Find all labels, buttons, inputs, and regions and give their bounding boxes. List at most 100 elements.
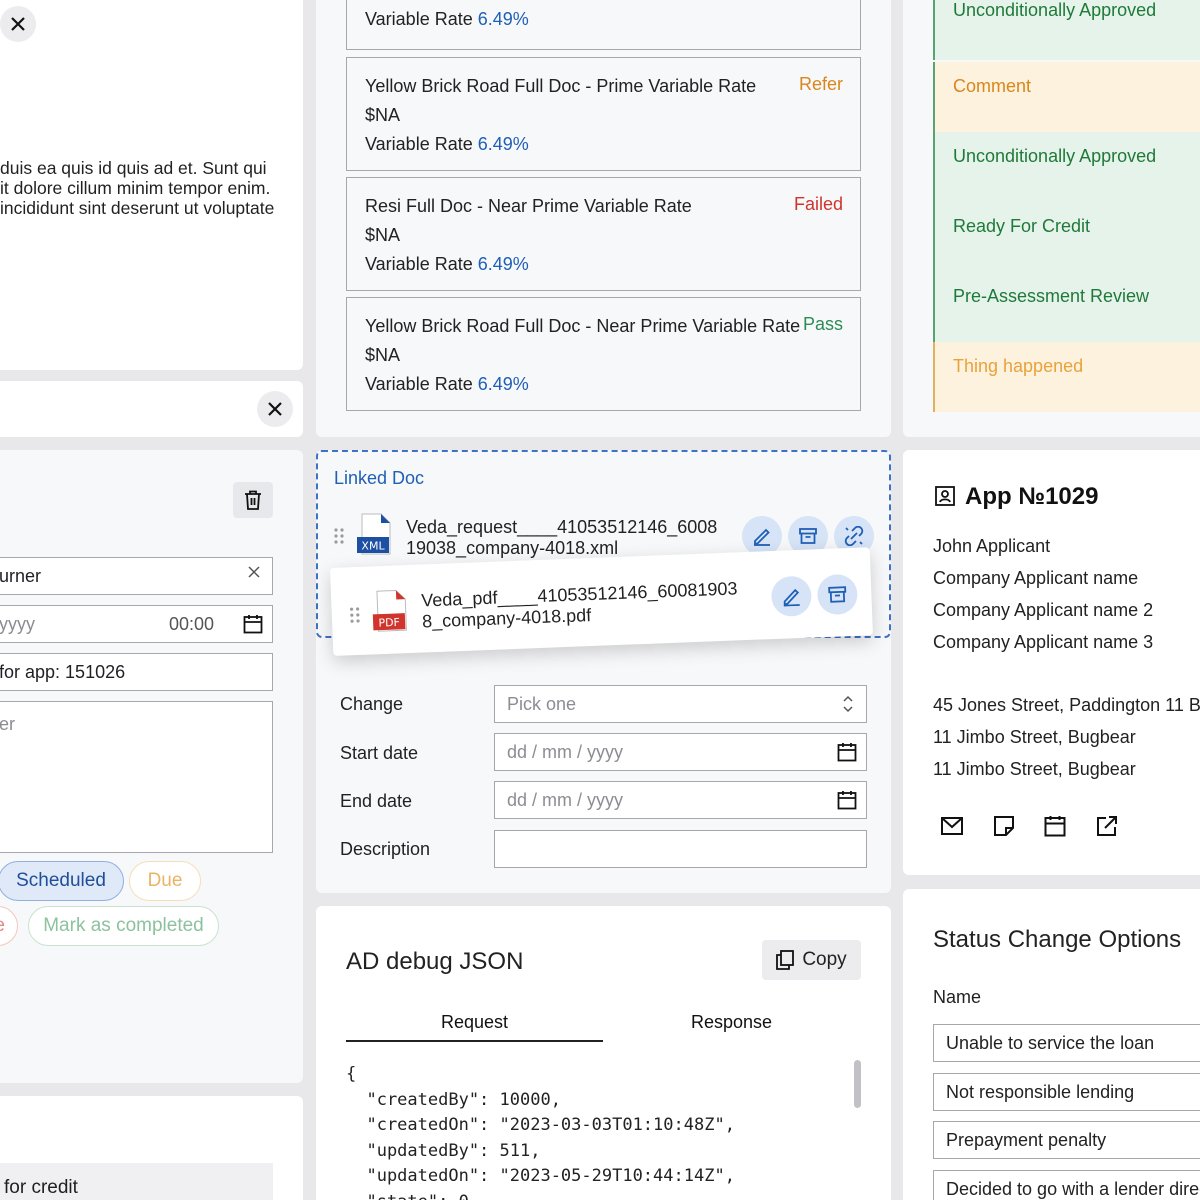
debug-json-panel: AD debug JSON Copy Request Response { "c… (316, 906, 891, 1200)
status-option-item[interactable]: Decided to go with a lender direc (933, 1170, 1200, 1200)
credit-panel: for credit (0, 1096, 303, 1200)
overdue-pill[interactable]: e (0, 906, 18, 946)
scrollbar-thumb[interactable] (854, 1060, 861, 1108)
copy-icon (776, 950, 795, 970)
assignee-field[interactable]: urner (0, 557, 273, 595)
linked-doc-panel: Linked Doc XML Veda_request____410535121… (316, 450, 891, 893)
status-history-item[interactable]: Ready For Credit (933, 202, 1200, 272)
close-icon[interactable] (0, 6, 36, 42)
applicant-name[interactable]: John Applicant (933, 536, 1050, 557)
chevron-updown-icon (842, 695, 854, 713)
product-name: Yellow Brick Road Full Doc - Near Prime … (365, 316, 801, 336)
applicant-name[interactable]: Company Applicant name 2 (933, 600, 1153, 621)
change-select[interactable]: Pick one (494, 685, 867, 723)
status-history-panel: Unconditionally Approved Comment Uncondi… (903, 0, 1200, 437)
active-tab-indicator (346, 1040, 603, 1042)
notes-text: duis ea quis id quis ad et. Sunt qui it … (0, 158, 300, 218)
address-line: 11 Jimbo Street, Bugbear (933, 759, 1136, 779)
change-label: Change (340, 694, 404, 714)
calendar-icon[interactable] (1044, 815, 1070, 841)
drag-handle-icon[interactable] (349, 606, 360, 624)
contact-card-icon (935, 486, 955, 506)
copy-label: Copy (802, 949, 847, 970)
address-line: 45 Jones Street, Paddington 11 Ba (933, 695, 1200, 715)
product-card[interactable]: Resi Full Doc - Near Prime Variable Rate… (346, 177, 861, 291)
due-date-field[interactable]: yyyy 00:00 (0, 605, 273, 643)
product-amount: $NA (365, 105, 401, 125)
status-options-title: Status Change Options (933, 926, 1182, 953)
copy-button[interactable]: Copy (762, 940, 861, 980)
close-icon[interactable] (257, 391, 293, 427)
status-change-options-panel: Status Change Options Name Unable to ser… (903, 889, 1200, 1200)
date-placeholder: yyyy (0, 613, 35, 634)
assignee-value: urner (0, 565, 42, 586)
status-option-item[interactable]: Prepayment penalty (933, 1121, 1200, 1159)
product-amount: $NA (365, 345, 401, 365)
status-history-item[interactable]: Pre-Assessment Review (933, 272, 1200, 342)
description-label: Description (340, 839, 431, 859)
product-card[interactable]: Yellow Brick Road Full Doc - Prime Varia… (346, 57, 861, 171)
app-card: App №1029 John Applicant Company Applica… (903, 450, 1200, 875)
trash-icon[interactable] (233, 482, 273, 518)
tab-response[interactable]: Response (603, 1012, 860, 1033)
task-form-panel: urner yyyy 00:00 for app: 151026 er Sche… (0, 450, 303, 1083)
time-value[interactable]: 00:00 (169, 614, 214, 635)
credit-row[interactable]: for credit (0, 1163, 273, 1200)
end-date-placeholder: dd / mm / yyyy (507, 789, 624, 810)
product-card[interactable]: Yellow Brick Road Full Doc - Near Prime … (346, 297, 861, 411)
product-list-panel: Variable Rate 6.49% Yellow Brick Road Fu… (316, 0, 891, 437)
linked-doc-title: Linked Doc (334, 468, 425, 488)
status-history-item[interactable]: Thing happened (933, 342, 1200, 412)
notes-textarea[interactable]: er (0, 701, 273, 853)
product-amount: $NA (365, 225, 401, 245)
status-option-item[interactable]: Not responsible lending (933, 1073, 1200, 1111)
credit-row-label: for credit (4, 1177, 78, 1198)
external-link-icon[interactable] (1096, 815, 1122, 841)
mail-icon[interactable] (941, 815, 967, 841)
archive-icon[interactable] (816, 573, 859, 616)
status-history-item[interactable]: Unconditionally Approved (933, 132, 1200, 202)
pdf-file-name[interactable]: Veda_pdf____41053512146_60081903 8_compa… (421, 578, 739, 632)
clear-icon[interactable] (248, 566, 260, 578)
mark-completed-pill[interactable]: Mark as completed (28, 906, 219, 946)
edit-icon[interactable] (770, 575, 813, 618)
app-reference-value: for app: 151026 (0, 661, 126, 682)
json-panel-title: AD debug JSON (346, 948, 524, 975)
calendar-icon[interactable] (243, 614, 263, 634)
notes-placeholder: er (0, 714, 16, 734)
product-card[interactable]: Variable Rate 6.49% (346, 0, 861, 50)
collapsed-panel-header (0, 381, 303, 437)
app-title: App №1029 (965, 483, 1099, 510)
json-code-block[interactable]: { "createdBy": 10000, "createdOn": "2023… (346, 1062, 735, 1200)
due-pill-label: Due (147, 870, 183, 891)
mark-completed-label: Mark as completed (43, 915, 204, 936)
calendar-icon[interactable] (837, 790, 857, 810)
scheduled-pill[interactable]: Scheduled (0, 861, 124, 901)
applicant-name[interactable]: Company Applicant name (933, 568, 1138, 589)
xml-file-name[interactable]: Veda_request____41053512146_6008 19038_c… (406, 517, 717, 559)
start-date-label: Start date (340, 743, 419, 763)
start-date-input[interactable]: dd / mm / yyyy (494, 733, 867, 771)
applicant-name[interactable]: Company Applicant name 3 (933, 632, 1153, 653)
due-pill[interactable]: Due (129, 861, 201, 901)
product-rate: Variable Rate 6.49% (365, 374, 529, 394)
end-date-label: End date (340, 791, 413, 811)
product-rate: Variable Rate 6.49% (365, 9, 529, 29)
status-history-item[interactable]: Unconditionally Approved (933, 0, 1200, 60)
drag-handle-icon[interactable] (334, 527, 344, 545)
status-history-item[interactable]: Comment (933, 62, 1200, 132)
scheduled-pill-label: Scheduled (16, 870, 106, 891)
note-icon[interactable] (993, 815, 1019, 841)
calendar-icon[interactable] (837, 742, 857, 762)
end-date-input[interactable]: dd / mm / yyyy (494, 781, 867, 819)
notes-line: incididunt sint deserunt ut voluptate (0, 198, 275, 218)
svg-text:XML: XML (361, 540, 385, 553)
description-input[interactable] (494, 830, 867, 868)
address-line: 11 Jimbo Street, Bugbear (933, 727, 1136, 747)
tab-request[interactable]: Request (346, 1012, 603, 1033)
notes-panel: duis ea quis id quis ad et. Sunt qui it … (0, 0, 303, 370)
svg-text:PDF: PDF (378, 616, 400, 630)
product-rate: Variable Rate 6.49% (365, 134, 529, 154)
status-option-item[interactable]: Unable to service the loan (933, 1024, 1200, 1062)
app-reference-field[interactable]: for app: 151026 (0, 653, 273, 691)
